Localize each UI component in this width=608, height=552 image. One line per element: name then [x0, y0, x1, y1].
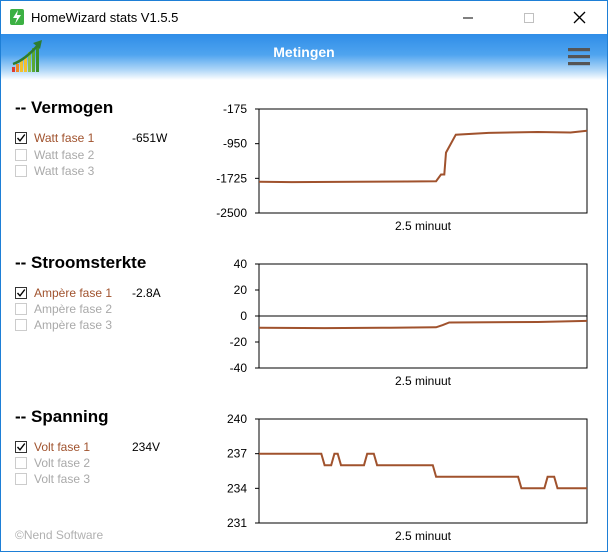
y-tick-label: 240: [227, 412, 247, 426]
minimize-button[interactable]: [445, 1, 491, 34]
checkbox-checked[interactable]: [15, 132, 27, 144]
y-tick-label: -1725: [216, 171, 247, 185]
chart-vermogen: -175 -950 -1725 -2500 2.5 minuut: [216, 102, 588, 233]
current-value-ampere: -2.8A: [132, 286, 161, 300]
y-tick-label: 40: [234, 257, 248, 271]
checkbox-label: Ampère fase 2: [34, 302, 113, 316]
close-icon: [573, 11, 585, 24]
current-value-watt: -651W: [132, 131, 168, 145]
checkbox-checked[interactable]: [15, 287, 27, 299]
checkbox-unchecked[interactable]: [15, 457, 27, 469]
y-tick-label: 237: [227, 447, 247, 461]
y-tick-label: -20: [230, 335, 248, 349]
checkbox-label: Volt fase 2: [34, 456, 91, 470]
y-tick-label: 234: [227, 481, 247, 495]
y-tick-label: -2500: [216, 206, 247, 220]
app-window: HomeWizard stats V1.5.5 Metingen -- Verm…: [0, 0, 608, 552]
checkbox-checked[interactable]: [15, 441, 27, 453]
chart-stroomsterkte: 40 20 0 -20 -40 2.5 minuut: [230, 257, 588, 388]
plot-area: [258, 418, 588, 524]
y-tick-label: -950: [223, 137, 247, 151]
checkbox-volt-fase-2[interactable]: Volt fase 2: [15, 455, 90, 471]
hamburger-menu-icon[interactable]: [567, 46, 591, 68]
footer-credit: ©Nend Software: [15, 528, 104, 542]
checkbox-label: Volt fase 1: [34, 440, 91, 454]
current-value-volt: 234V: [132, 440, 161, 454]
checkbox-ampere-fase-3[interactable]: Ampère fase 3: [15, 317, 112, 333]
lightning-app-icon: [10, 9, 24, 25]
y-tick-label: 20: [234, 283, 248, 297]
checkbox-label: Watt fase 2: [34, 148, 95, 162]
y-tick-label: 0: [240, 309, 247, 323]
app-header: Metingen: [1, 34, 607, 80]
chart-spanning: 240 237 234 231 2.5 minuut: [227, 412, 588, 543]
checkbox-watt-fase-3[interactable]: Watt fase 3: [15, 163, 94, 179]
plot-area: [258, 108, 588, 214]
checkbox-watt-fase-2[interactable]: Watt fase 2: [15, 147, 94, 163]
x-axis-label: 2.5 minuut: [395, 219, 452, 233]
checkbox-label: Volt fase 3: [34, 472, 91, 486]
section-title-vermogen: -- Vermogen: [15, 98, 114, 117]
checkbox-unchecked[interactable]: [15, 473, 27, 485]
section-title-spanning: -- Spanning: [15, 407, 109, 426]
x-axis-label: 2.5 minuut: [395, 529, 452, 543]
checkbox-label: Watt fase 1: [34, 131, 95, 145]
y-tick-label: 231: [227, 516, 247, 530]
checkbox-volt-fase-1[interactable]: Volt fase 1: [15, 439, 90, 455]
checkbox-unchecked[interactable]: [15, 319, 27, 331]
maximize-button[interactable]: [506, 1, 552, 34]
checkbox-label: Ampère fase 1: [34, 286, 113, 300]
minimize-icon: [463, 17, 473, 18]
x-axis-label: 2.5 minuut: [395, 374, 452, 388]
section-title-stroomsterkte: -- Stroomsterkte: [15, 253, 147, 272]
checkbox-unchecked[interactable]: [15, 303, 27, 315]
checkbox-unchecked[interactable]: [15, 149, 27, 161]
window-title: HomeWizard stats V1.5.5: [31, 10, 179, 25]
y-tick-label: -175: [223, 102, 247, 116]
checkbox-watt-fase-1[interactable]: Watt fase 1: [15, 130, 94, 146]
y-tick-label: -40: [230, 361, 248, 375]
page-title: Metingen: [273, 44, 335, 60]
checkbox-label: Ampère fase 3: [34, 318, 113, 332]
maximize-icon: [524, 12, 534, 23]
checkbox-ampere-fase-2[interactable]: Ampère fase 2: [15, 301, 112, 317]
checkbox-unchecked[interactable]: [15, 165, 27, 177]
close-button[interactable]: [556, 1, 602, 34]
checkbox-label: Watt fase 3: [34, 164, 95, 178]
checkbox-ampere-fase-1[interactable]: Ampère fase 1: [15, 285, 112, 301]
title-bar[interactable]: HomeWizard stats V1.5.5: [1, 1, 607, 34]
checkbox-volt-fase-3[interactable]: Volt fase 3: [15, 471, 90, 487]
